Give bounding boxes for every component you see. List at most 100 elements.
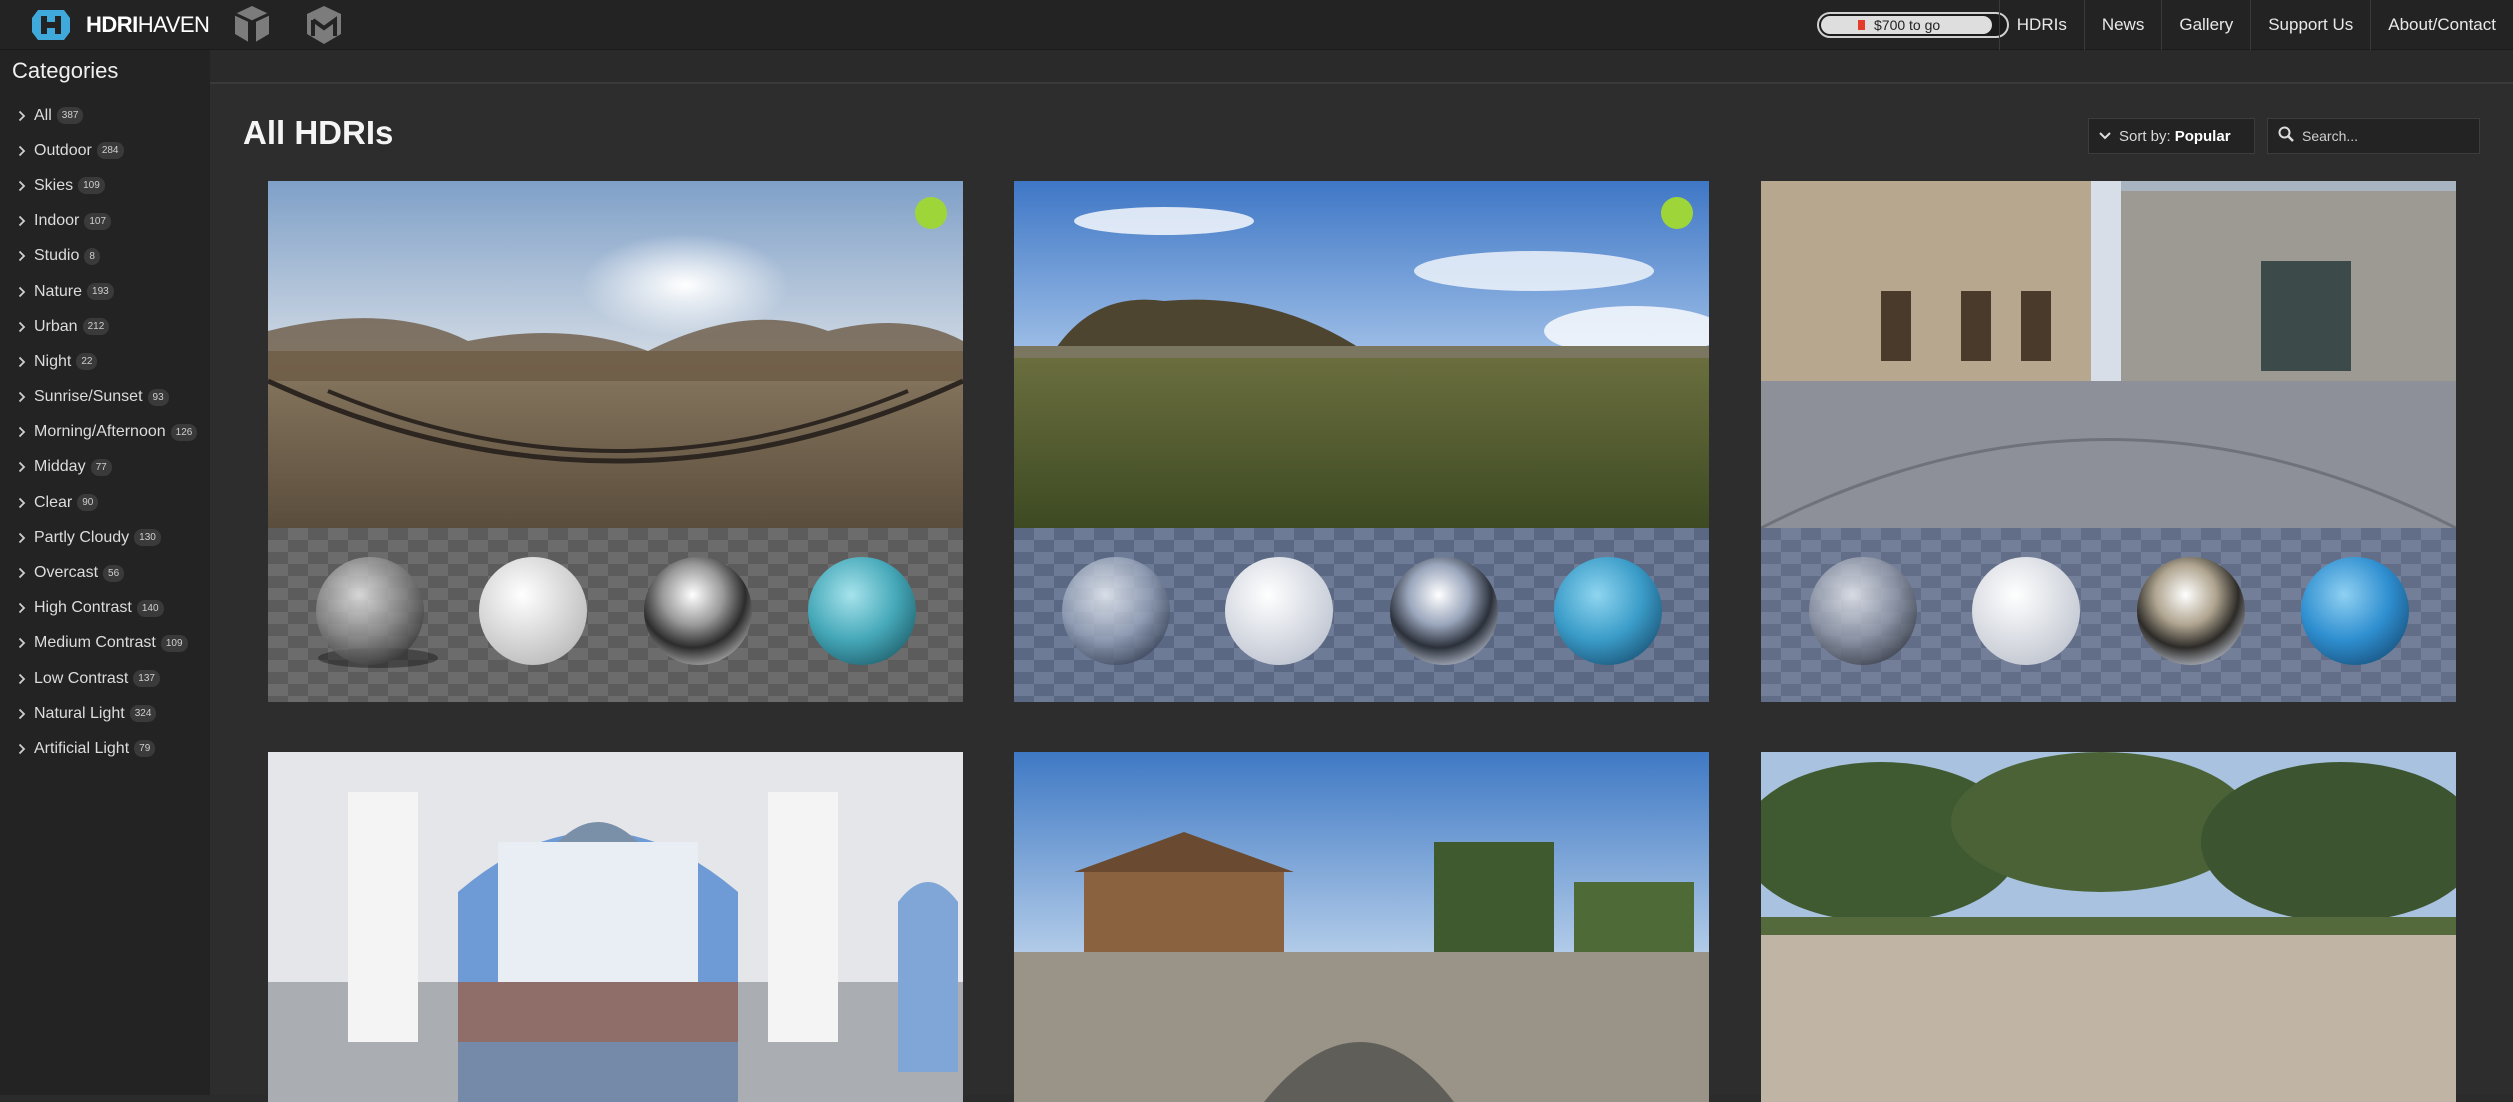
chevron-right-icon bbox=[14, 741, 30, 757]
category-item[interactable]: Night 22 bbox=[14, 344, 197, 379]
category-label: All bbox=[34, 106, 52, 124]
category-item[interactable]: Medium Contrast 109 bbox=[14, 626, 197, 661]
chevron-right-icon bbox=[14, 143, 30, 159]
category-count-badge: 387 bbox=[56, 107, 84, 125]
search-box[interactable] bbox=[2267, 118, 2480, 154]
category-count-badge: 212 bbox=[82, 318, 110, 336]
main-nav: HDRIs News Gallery Support Us About/Cont… bbox=[1998, 0, 2513, 50]
category-label: Clear bbox=[34, 493, 73, 511]
category-count-badge: 126 bbox=[170, 423, 198, 441]
category-item[interactable]: All 387 bbox=[14, 98, 197, 133]
hdri-preview-image bbox=[1761, 181, 2456, 528]
category-count-badge: 324 bbox=[129, 705, 157, 723]
hdri-card[interactable] bbox=[1014, 181, 1709, 702]
category-count-badge: 79 bbox=[134, 740, 156, 758]
category-label: Outdoor bbox=[34, 141, 92, 159]
material-spheres-preview bbox=[268, 528, 963, 702]
chevron-right-icon bbox=[14, 495, 30, 511]
category-count-badge: 107 bbox=[84, 212, 112, 230]
nav-support-us[interactable]: Support Us bbox=[2250, 0, 2370, 50]
category-count-badge: 8 bbox=[84, 247, 100, 265]
hdri-preview-image bbox=[1761, 752, 2456, 1102]
chevron-right-icon bbox=[14, 706, 30, 722]
chevron-right-icon bbox=[14, 284, 30, 300]
top-bar: HDRIHAVEN $700 to go HDRIs News Gallery … bbox=[0, 0, 2513, 50]
search-icon bbox=[2278, 126, 2294, 147]
category-label: Natural Light bbox=[34, 704, 125, 722]
chevron-right-icon bbox=[14, 565, 30, 581]
sort-label: Sort by: bbox=[2119, 127, 2171, 145]
category-label: High Contrast bbox=[34, 599, 132, 617]
category-item[interactable]: Partly Cloudy 130 bbox=[14, 520, 197, 555]
new-badge bbox=[1661, 197, 1693, 229]
main-content: All HDRIs Sort by: Popular bbox=[210, 50, 2513, 1102]
category-item[interactable]: Clear 90 bbox=[14, 485, 197, 520]
category-item[interactable]: Indoor 107 bbox=[14, 204, 197, 239]
sort-value: Popular bbox=[2174, 127, 2231, 145]
category-item[interactable]: Natural Light 324 bbox=[14, 696, 197, 731]
category-item[interactable]: Studio 8 bbox=[14, 239, 197, 274]
category-label: Partly Cloudy bbox=[34, 528, 130, 546]
categories-sidebar: Categories All 387 Outdoor 284 Skies 109 Indoo… bbox=[0, 50, 210, 1095]
chevron-right-icon bbox=[14, 530, 30, 546]
category-count-badge: 93 bbox=[147, 388, 169, 406]
category-label: Artificial Light bbox=[34, 739, 130, 757]
category-label: Sunrise/Sunset bbox=[34, 388, 143, 406]
category-item[interactable]: Sunrise/Sunset 93 bbox=[14, 380, 197, 415]
category-label: Overcast bbox=[34, 564, 99, 582]
material-spheres-preview bbox=[1761, 528, 2456, 702]
hdri-card[interactable] bbox=[268, 752, 963, 1102]
sort-dropdown[interactable]: Sort by: Popular bbox=[2088, 118, 2255, 154]
category-label: Skies bbox=[34, 176, 74, 194]
chevron-right-icon bbox=[14, 600, 30, 616]
hdri-card[interactable] bbox=[1014, 752, 1709, 1102]
category-item[interactable]: Outdoor 284 bbox=[14, 133, 197, 168]
nav-hdris[interactable]: HDRIs bbox=[1998, 0, 2084, 50]
category-label: Indoor bbox=[34, 212, 80, 230]
funding-marker bbox=[1858, 20, 1865, 30]
category-count-badge: 109 bbox=[78, 177, 105, 195]
chevron-down-icon bbox=[2099, 132, 2111, 140]
chevron-right-icon bbox=[14, 671, 30, 687]
category-count-badge: 284 bbox=[96, 142, 124, 160]
site-logo[interactable]: HDRIHAVEN bbox=[30, 6, 210, 44]
category-count-badge: 140 bbox=[136, 599, 164, 617]
hdrihaven-logo-icon bbox=[32, 10, 70, 40]
hdri-preview-image bbox=[268, 181, 963, 528]
hdri-preview-image bbox=[1014, 181, 1709, 528]
3dmodelhaven-icon[interactable] bbox=[304, 4, 344, 46]
chevron-right-icon bbox=[14, 319, 30, 335]
nav-gallery[interactable]: Gallery bbox=[2161, 0, 2250, 50]
category-label: Morning/Afternoon bbox=[34, 423, 166, 441]
chevron-right-icon bbox=[14, 108, 30, 124]
chevron-right-icon bbox=[14, 635, 30, 651]
category-item[interactable]: Low Contrast 137 bbox=[14, 661, 197, 696]
category-label: Urban bbox=[34, 317, 78, 335]
material-spheres-preview bbox=[1014, 528, 1709, 702]
category-item[interactable]: Morning/Afternoon 126 bbox=[14, 415, 198, 450]
category-item[interactable]: Urban 212 bbox=[14, 309, 197, 344]
category-item[interactable]: Skies 109 bbox=[14, 168, 197, 203]
category-label: Night bbox=[34, 352, 72, 370]
nav-about-contact[interactable]: About/Contact bbox=[2370, 0, 2513, 50]
page-title: All HDRIs bbox=[243, 114, 394, 151]
category-item[interactable]: Overcast 56 bbox=[14, 555, 197, 590]
category-count-badge: 130 bbox=[134, 529, 161, 547]
category-item[interactable]: High Contrast 140 bbox=[14, 591, 197, 626]
hdri-card[interactable] bbox=[1761, 181, 2456, 702]
hdri-card[interactable] bbox=[268, 181, 963, 702]
category-item[interactable]: Midday 77 bbox=[14, 450, 197, 485]
chevron-right-icon bbox=[14, 459, 30, 475]
search-input[interactable] bbox=[2302, 128, 2472, 144]
hdri-preview-image bbox=[268, 752, 963, 1102]
category-item[interactable]: Nature 193 bbox=[14, 274, 197, 309]
category-label: Studio bbox=[34, 247, 80, 265]
chevron-right-icon bbox=[14, 354, 30, 370]
nav-news[interactable]: News bbox=[2083, 0, 2162, 50]
category-label: Nature bbox=[34, 282, 83, 300]
category-item[interactable]: Artificial Light 79 bbox=[14, 731, 197, 766]
funding-progress-bar[interactable]: $700 to go bbox=[1817, 12, 2009, 38]
funding-text: $700 to go bbox=[1874, 17, 1941, 33]
hdri-card[interactable] bbox=[1761, 752, 2456, 1102]
texturehaven-icon[interactable] bbox=[232, 4, 272, 46]
